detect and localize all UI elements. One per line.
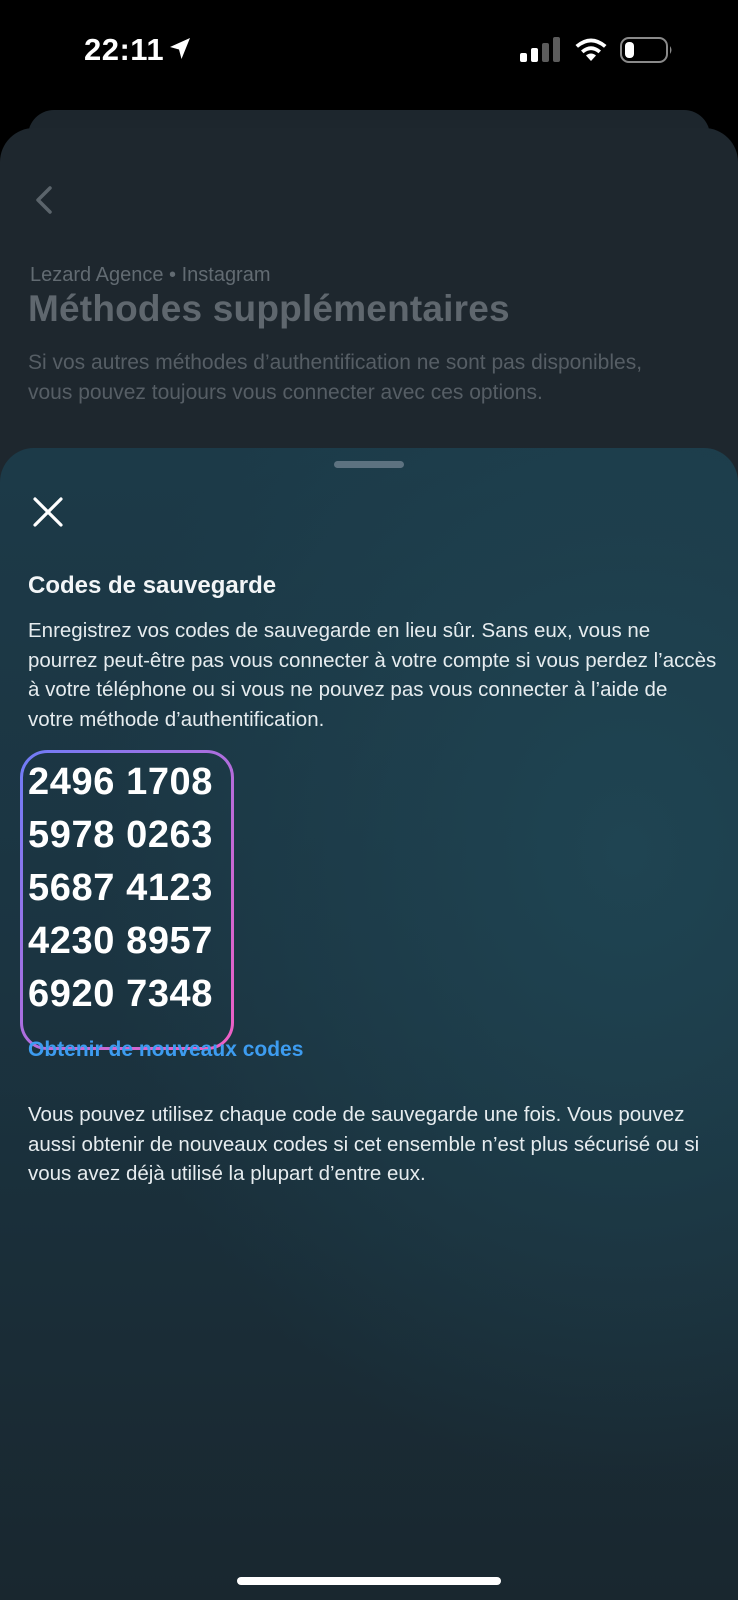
home-indicator[interactable] bbox=[237, 1577, 501, 1585]
sheet-grabber[interactable] bbox=[334, 461, 404, 468]
app-name: Instagram bbox=[181, 264, 271, 286]
backup-code: 5687 4123 bbox=[28, 867, 214, 909]
backup-codes-sheet: Codes de sauvegarde Enregistrez vos code… bbox=[0, 448, 738, 1600]
sheet-footer-text: Vous pouvez utilisez chaque code de sauv… bbox=[28, 1103, 700, 1185]
account-context: Lezard Agence • Instagram bbox=[30, 264, 271, 287]
sheet-intro: Enregistrez vos codes de sauvegarde en l… bbox=[28, 619, 717, 731]
separator: • bbox=[169, 264, 177, 286]
backup-code: 4230 8957 bbox=[28, 920, 214, 962]
status-bar: 22:11 bbox=[0, 0, 738, 100]
status-time: 22:11 bbox=[84, 32, 165, 67]
backup-code: 2496 1708 bbox=[28, 761, 214, 803]
sheet-title: Codes de sauvegarde bbox=[28, 572, 277, 599]
cellular-signal-icon bbox=[520, 37, 560, 62]
location-arrow-icon bbox=[170, 38, 190, 59]
close-icon[interactable] bbox=[28, 492, 68, 532]
backup-codes-list: 2496 1708 5978 0263 5687 4123 4230 8957 … bbox=[28, 756, 213, 1021]
wifi-icon bbox=[575, 38, 607, 61]
chevron-left-icon[interactable] bbox=[28, 180, 60, 220]
account-name: Lezard Agence bbox=[30, 264, 164, 286]
page-description: Si vos autres méthodes d’authentificatio… bbox=[28, 351, 643, 404]
page-title: Méthodes supplémentaires bbox=[28, 288, 510, 329]
backup-code: 6920 7348 bbox=[28, 973, 214, 1015]
battery-low-icon bbox=[620, 37, 672, 63]
backup-code: 5978 0263 bbox=[28, 814, 214, 856]
get-new-codes-link[interactable]: Obtenir de nouveaux codes bbox=[28, 1038, 303, 1062]
